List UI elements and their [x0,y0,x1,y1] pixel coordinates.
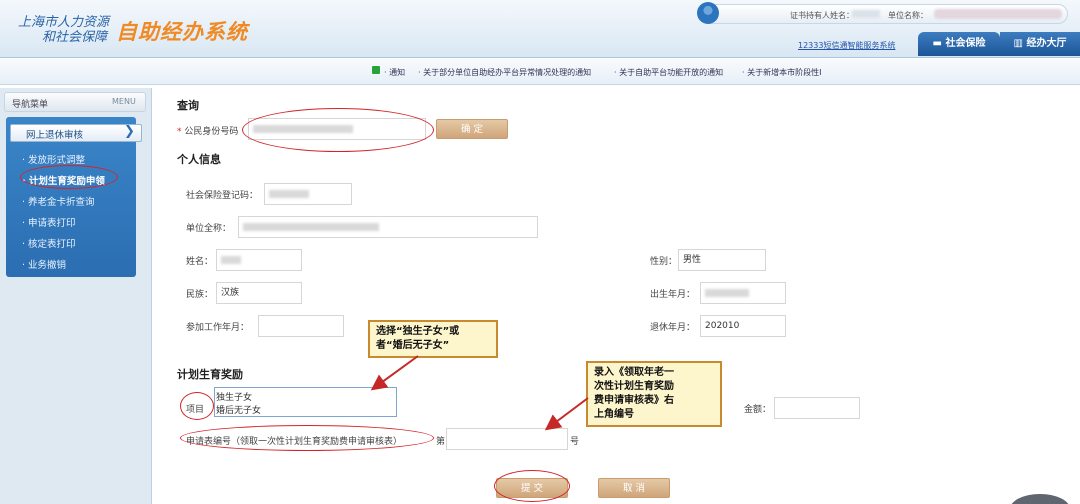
cancel-button[interactable]: 取 消 [598,478,670,498]
work-start-field[interactable] [258,315,344,337]
callout2-line2: 次性计划生育奖励 [594,381,674,392]
system-name: 自助经办系统 [116,20,248,44]
speaker-icon [372,66,380,74]
highlight-submit-button [494,470,570,502]
highlight-id-input [242,108,434,152]
sidebar-item-pension-card[interactable]: · 养老金卡折查询 [22,194,95,208]
callout1-line2: 者“婚后无子女” [376,340,450,351]
sidebar-item-payment-form[interactable]: · 发放形式调整 [22,152,85,166]
amount-field[interactable] [774,397,860,419]
option-only-child[interactable]: 独生子女 [216,390,252,403]
tab-service-hall[interactable]: ▥ 经办大厅 [1000,32,1080,56]
chevron-right-icon: ❯ [124,124,135,139]
notice-label: · 通知 [384,68,406,77]
callout-enter-form-number: 录入《领取年老一 次性计划生育奖励 费申请审核表》右 上角编号 [586,361,722,427]
arrow-to-item-select [370,355,419,391]
sidebar-group-label[interactable]: 网上退休审核 [26,127,83,141]
ethnicity-field[interactable]: 汉族 [216,282,302,304]
unit-name-label: 单位名称： [888,11,928,20]
user-icon[interactable] [697,2,719,24]
option-childless[interactable]: 婚后无子女 [216,403,261,416]
unit-fullname-label: 单位全称： [186,224,232,234]
form-number-input[interactable] [446,428,568,450]
sms-service-link[interactable]: 12333短信通智能服务系统 [798,40,895,51]
birth-label: 出生年月： [650,290,696,300]
id-number-label: * 公民身份号码 [177,127,239,137]
birth-field[interactable] [700,282,786,304]
callout2-line3: 费申请审核表》右 [594,395,674,406]
social-security-label: 社会保险登记码： [186,191,259,201]
highlight-sidebar-item [20,165,118,189]
callout-select-item: 选择“独生子女”或 者“婚后无子女” [368,320,498,358]
retire-label: 退休年月： [650,323,696,333]
notice-link-3[interactable]: · 关于新增本市阶段性I [742,67,821,78]
name-field[interactable] [216,249,302,271]
query-title: 查询 [177,99,199,112]
form-number-prefix: 第 [436,437,446,447]
form-number-suffix: 号 [570,437,580,447]
social-security-field[interactable] [264,183,352,205]
sidebar-item-cancel-business[interactable]: · 业务撤销 [22,257,66,271]
confirm-button[interactable]: 确 定 [436,119,508,139]
corner-widget [1010,494,1070,504]
ethnicity-label: 民族： [186,290,214,300]
name-label: 姓名： [186,257,214,267]
cert-holder-value-redacted [852,10,880,18]
sidebar-item-application-print[interactable]: · 申请表打印 [22,215,76,229]
callout1-line1: 选择“独生子女”或 [376,326,460,337]
gender-field[interactable]: 男性 [678,249,766,271]
personal-info-title: 个人信息 [177,153,221,166]
highlight-item-label [180,392,214,420]
callout2-line1: 录入《领取年老一 [594,367,674,378]
sidebar-item-approval-print[interactable]: · 核定表打印 [22,236,76,250]
gender-label: 性别： [650,257,678,267]
logo-line2: 和社会保障 [42,30,108,45]
retire-field[interactable]: 202010 [700,315,786,337]
work-start-label: 参加工作年月： [186,323,250,333]
notice-link-2[interactable]: · 关于自助平台功能开放的通知 [614,67,723,78]
reward-title: 计划生育奖励 [177,368,243,381]
unit-name-value-redacted [934,9,1062,19]
nav-title: 导航菜单 [12,100,49,110]
callout2-line4: 上角编号 [594,409,634,420]
arrow-to-form-number [544,397,589,431]
menu-label: MENU [112,97,136,106]
cert-holder-label: 证书持有人姓名： [790,11,854,20]
tab-social-insurance[interactable]: ▬ 社会保险 [918,32,1000,56]
highlight-form-number-label [180,425,434,451]
unit-fullname-field[interactable] [238,216,538,238]
notice-link-1[interactable]: · 关于部分单位自助经办平台异常情况处理的通知 [418,67,591,78]
amount-label: 金额： [744,405,772,415]
